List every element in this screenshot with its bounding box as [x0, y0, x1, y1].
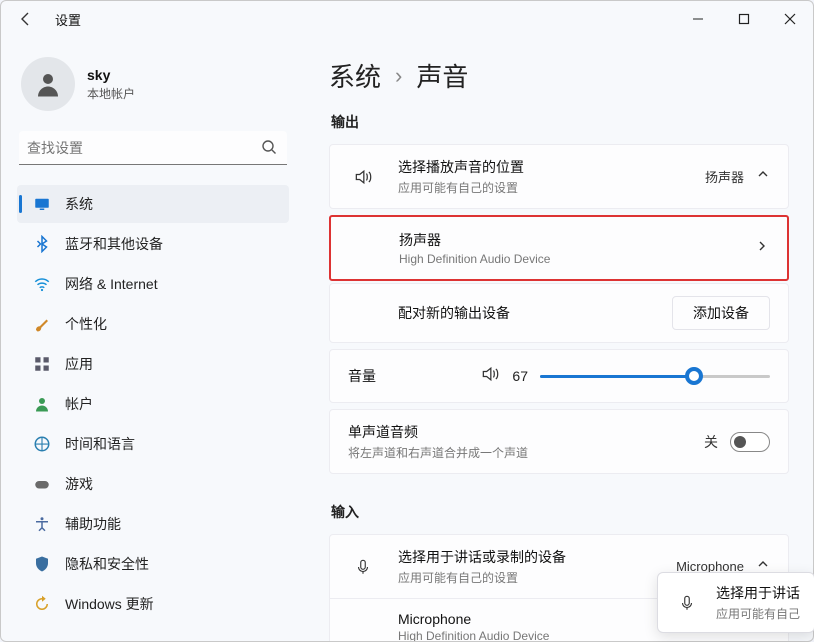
shield-icon [33, 555, 51, 573]
input-choose-title: 选择用于讲话或录制的设备 [398, 547, 676, 567]
chevron-right-icon: › [395, 63, 402, 89]
person-icon [33, 69, 63, 99]
mono-state-label: 关 [704, 432, 718, 452]
sidebar-item-label: 网络 & Internet [65, 274, 158, 294]
sidebar-item-label: 时间和语言 [65, 434, 135, 454]
brush-icon [33, 315, 51, 333]
sidebar-item-label: 隐私和安全性 [65, 554, 149, 574]
add-device-button[interactable]: 添加设备 [672, 296, 770, 330]
output-choose-card: 选择播放声音的位置 应用可能有自己的设置 扬声器 [329, 144, 789, 209]
globe-clock-icon [33, 435, 51, 453]
breadcrumb: 系统 › 声音 [329, 57, 789, 94]
sidebar-item-update[interactable]: Windows 更新 [17, 585, 289, 623]
sidebar-item-label: 个性化 [65, 314, 107, 334]
mono-subtitle: 将左声道和右声道合并成一个声道 [348, 444, 704, 461]
volume-card: 音量 67 [329, 349, 789, 403]
arrow-left-icon [18, 11, 34, 27]
microphone-icon [348, 558, 378, 576]
sidebar-item-wifi[interactable]: 网络 & Internet [17, 265, 289, 303]
sidebar-item-label: 辅助功能 [65, 514, 121, 534]
maximize-button[interactable] [721, 3, 767, 35]
chevron-right-icon [755, 239, 769, 258]
gamepad-icon [33, 475, 51, 493]
breadcrumb-root[interactable]: 系统 [329, 57, 381, 94]
sidebar-item-accessibility[interactable]: 辅助功能 [17, 505, 289, 543]
update-icon [33, 595, 51, 613]
sidebar-item-bluetooth[interactable]: 蓝牙和其他设备 [17, 225, 289, 263]
sidebar-item-label: Windows 更新 [65, 594, 154, 614]
output-choose-row[interactable]: 选择播放声音的位置 应用可能有自己的设置 扬声器 [330, 145, 788, 208]
output-pair-title: 配对新的输出设备 [398, 303, 672, 323]
minimize-icon [692, 13, 704, 25]
sidebar-item-label: 系统 [65, 194, 93, 214]
wifi-icon [33, 275, 51, 293]
titlebar: 设置 [1, 1, 813, 37]
mono-card: 单声道音频 将左声道和右声道合并成一个声道 关 [329, 409, 789, 474]
section-output-label: 输出 [331, 112, 789, 132]
search-icon [261, 139, 277, 160]
volume-slider[interactable] [540, 366, 770, 386]
app-title: 设置 [55, 10, 81, 29]
user-name: sky [87, 67, 135, 83]
section-input-label: 输入 [331, 502, 789, 522]
output-choose-subtitle: 应用可能有自己的设置 [398, 179, 705, 196]
output-choose-title: 选择播放声音的位置 [398, 157, 705, 177]
sidebar-item-label: 帐户 [65, 394, 93, 414]
microphone-icon [672, 594, 702, 612]
sidebar-item-label: 应用 [65, 354, 93, 374]
popup-title: 选择用于讲话 [716, 583, 800, 603]
sidebar-item-apps[interactable]: 应用 [17, 345, 289, 383]
output-device-row[interactable]: 扬声器 High Definition Audio Device [329, 215, 789, 281]
close-icon [784, 13, 796, 25]
bluetooth-icon [33, 235, 51, 253]
avatar [21, 57, 75, 111]
sidebar-item-globe-clock[interactable]: 时间和语言 [17, 425, 289, 463]
volume-icon[interactable] [480, 364, 500, 389]
back-button[interactable] [11, 4, 41, 34]
output-device-title: 扬声器 [399, 230, 755, 250]
main-panel: 系统 › 声音 输出 选择播放声音的位置 应用可能有自己的设置 扬声器 [301, 37, 813, 641]
volume-value: 67 [512, 368, 528, 384]
breadcrumb-leaf: 声音 [416, 57, 468, 94]
accessibility-icon [33, 515, 51, 533]
sidebar: sky 本地帐户 系统蓝牙和其他设备网络 & Internet 个性化应用帐户时间… [1, 37, 301, 641]
monitor-icon [33, 195, 51, 213]
volume-label: 音量 [348, 366, 400, 386]
minimize-button[interactable] [675, 3, 721, 35]
popup-subtitle: 应用可能有自己 [716, 605, 800, 622]
sidebar-item-shield[interactable]: 隐私和安全性 [17, 545, 289, 583]
apps-icon [33, 355, 51, 373]
mono-title: 单声道音频 [348, 422, 704, 442]
output-device-subtitle: High Definition Audio Device [399, 252, 755, 266]
user-profile[interactable]: sky 本地帐户 [11, 51, 295, 129]
sidebar-item-person[interactable]: 帐户 [17, 385, 289, 423]
output-choose-value: 扬声器 [705, 167, 744, 186]
maximize-icon [738, 13, 750, 25]
input-device-popup[interactable]: 选择用于讲话 应用可能有自己 [657, 572, 814, 633]
person-icon [33, 395, 51, 413]
sidebar-item-brush[interactable]: 个性化 [17, 305, 289, 343]
mono-toggle[interactable] [730, 432, 770, 452]
sidebar-item-label: 蓝牙和其他设备 [65, 234, 163, 254]
nav-list: 系统蓝牙和其他设备网络 & Internet 个性化应用帐户时间和语言游戏辅助功能… [11, 183, 295, 641]
search-input[interactable] [19, 131, 287, 165]
close-button[interactable] [767, 3, 813, 35]
input-choose-subtitle: 应用可能有自己的设置 [398, 569, 676, 586]
sidebar-item-label: 游戏 [65, 474, 93, 494]
user-subtitle: 本地帐户 [87, 85, 135, 102]
sidebar-item-monitor[interactable]: 系统 [17, 185, 289, 223]
speaker-icon [348, 167, 378, 187]
chevron-up-icon [756, 167, 770, 186]
output-pair-row: 配对新的输出设备 添加设备 [329, 283, 789, 343]
sidebar-item-gamepad[interactable]: 游戏 [17, 465, 289, 503]
